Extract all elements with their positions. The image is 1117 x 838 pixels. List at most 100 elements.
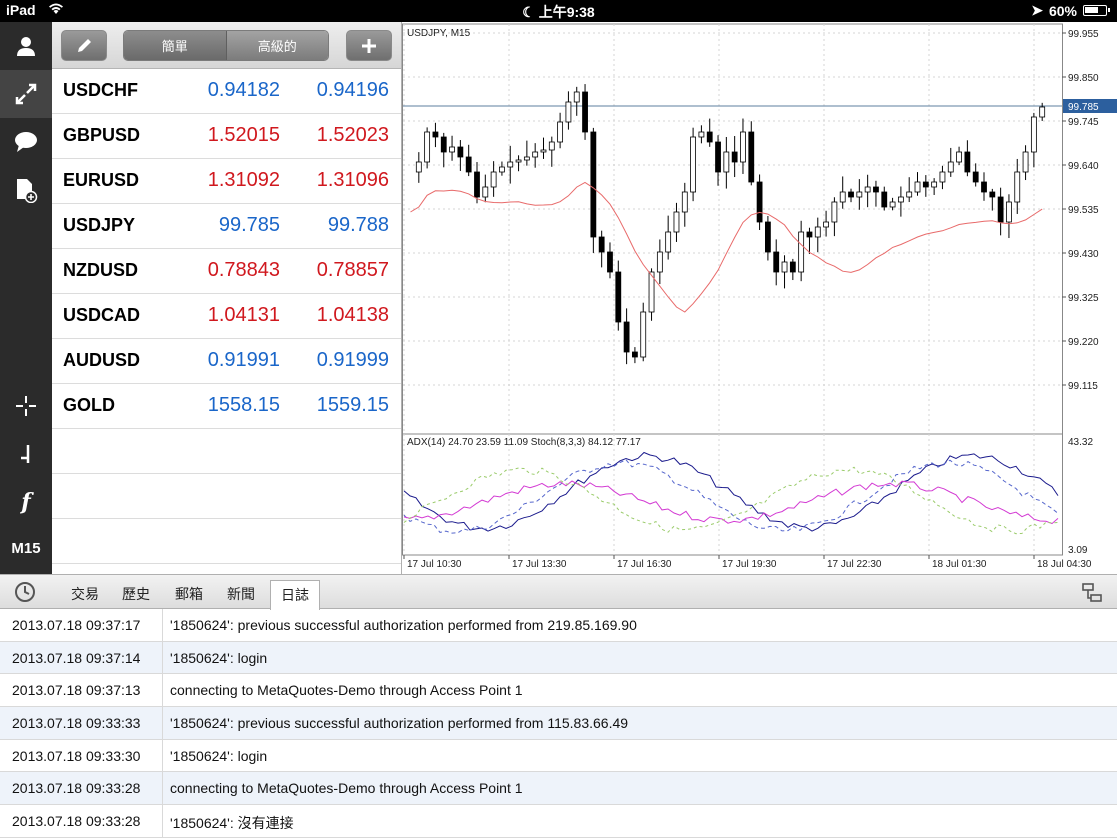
price-tick-label: 99.325	[1068, 293, 1099, 304]
candle-body	[789, 261, 796, 273]
candle-body	[906, 191, 913, 198]
trade-arrows-icon[interactable]	[0, 70, 52, 118]
candle-body	[598, 236, 605, 253]
candle-body	[723, 151, 730, 173]
journal-row[interactable]: 2013.07.18 09:37:13 connecting to MetaQuo…	[0, 674, 1117, 708]
candle-body	[889, 201, 896, 208]
quotes-list: USDCHF 0.94182 0.94196 GBPUSD 1.52015 1.52023…	[52, 69, 401, 564]
quote-bid: 1558.15	[207, 394, 280, 416]
candle-body	[1006, 201, 1012, 223]
status-right: ➤ 60%	[1031, 2, 1110, 19]
clock-icon[interactable]	[14, 581, 36, 608]
tab-trade[interactable]: 交易	[71, 584, 99, 604]
quote-row-gbpusd[interactable]: GBPUSD 1.52015 1.52023	[52, 114, 401, 159]
quote-row-nzdusd[interactable]: NZDUSD 0.78843 0.78857	[52, 249, 401, 294]
quote-row-eurusd[interactable]: EURUSD 1.31092 1.31096	[52, 159, 401, 204]
candle-body	[997, 196, 1004, 223]
candle-body	[548, 141, 555, 151]
candle-body	[956, 151, 962, 163]
candle-body	[432, 131, 439, 138]
candle-body	[415, 161, 422, 173]
candle-body	[756, 181, 763, 223]
quote-ask: 99.788	[327, 214, 389, 236]
candle-body	[440, 136, 447, 153]
candle-body	[615, 271, 622, 323]
tab-news[interactable]: 新聞	[227, 584, 255, 604]
location-icon: ➤	[1031, 2, 1043, 18]
quote-row-usdjpy[interactable]: USDJPY 99.785 99.788	[52, 204, 401, 249]
candle-body	[490, 171, 497, 188]
advanced-mode-tab[interactable]: 高級的	[226, 31, 328, 60]
candle-body	[931, 181, 938, 188]
new-document-icon[interactable]	[0, 166, 52, 214]
candle-body	[515, 159, 522, 163]
candle-body	[947, 161, 954, 173]
journal-row[interactable]: 2013.07.18 09:33:30 '1850624': login	[0, 739, 1117, 773]
journal-message: '1850624': login	[170, 747, 268, 764]
quote-row-gold[interactable]: GOLD 1558.15 1559.15	[52, 384, 401, 429]
journal-row[interactable]: 2013.07.18 09:37:14 '1850624': login	[0, 641, 1117, 675]
quote-symbol: GOLD	[63, 395, 115, 415]
quote-ask: 1.52023	[316, 124, 389, 146]
quote-ask: 0.91999	[316, 349, 389, 371]
add-symbol-button[interactable]	[346, 30, 392, 61]
indicators-icon[interactable]: f	[0, 478, 52, 526]
journal-list: 2013.07.18 09:37:17 '1850624': previous s…	[0, 609, 1117, 838]
candle-body	[1014, 171, 1021, 203]
price-tick-label: 99.850	[1068, 73, 1099, 84]
quote-row-audusd[interactable]: AUDUSD 0.91991 0.91999	[52, 339, 401, 384]
candle-body	[499, 166, 505, 173]
quote-symbol: GBPUSD	[63, 125, 141, 145]
candle-body	[881, 191, 888, 208]
candle-body	[523, 156, 530, 161]
tab-history[interactable]: 歷史	[122, 584, 150, 604]
journal-row[interactable]: 2013.07.18 09:33:33 '1850624': previous s…	[0, 707, 1117, 740]
quote-symbol: NZDUSD	[63, 260, 138, 280]
timeframe-button[interactable]: M15	[0, 540, 52, 557]
quote-bid: 1.04131	[207, 304, 280, 326]
left-toolbar: f M15	[0, 22, 52, 574]
candle-body	[673, 211, 680, 233]
view-mode-segment: 簡單 高級的	[123, 30, 329, 61]
indicator-tick-label: 3.09	[1068, 545, 1088, 556]
candle-body	[939, 171, 946, 183]
journal-row[interactable]: 2013.07.18 09:37:17 '1850624': previous s…	[0, 609, 1117, 642]
journal-time: 2013.07.18 09:33:30	[12, 747, 141, 764]
time-tick-label: 18 Jul 01:30	[932, 559, 987, 570]
quote-row-usdchf[interactable]: USDCHF 0.94182 0.94196	[52, 69, 401, 114]
journal-time: 2013.07.18 09:37:17	[12, 617, 141, 633]
candle-body	[823, 221, 829, 228]
empty-row	[52, 429, 401, 474]
chart-type-icon[interactable]	[0, 430, 52, 478]
journal-row[interactable]: 2013.07.18 09:33:28 connecting to MetaQuo…	[0, 772, 1117, 806]
edit-button[interactable]	[61, 30, 107, 61]
candle-body	[474, 171, 480, 198]
journal-time: 2013.07.18 09:33:28	[12, 813, 141, 830]
candle-body	[740, 131, 746, 163]
candle-body	[765, 221, 771, 253]
price-tick-label: 99.955	[1068, 29, 1099, 40]
quote-ask: 1559.15	[316, 394, 389, 416]
layout-toggle-icon[interactable]	[1081, 582, 1103, 609]
chart-area[interactable]: 99.955 99.850 99.745 99.640 99.535 99.430 99.3…	[402, 22, 1117, 574]
quote-bid: 0.91991	[207, 349, 280, 371]
simple-mode-tab[interactable]: 簡單	[124, 31, 227, 60]
quote-row-usdcad[interactable]: USDCAD 1.04131 1.04138	[52, 294, 401, 339]
moon-icon: ☾	[522, 4, 539, 20]
tab-mailbox[interactable]: 郵箱	[175, 584, 203, 604]
journal-message: '1850624': 沒有連接	[170, 815, 294, 832]
candle-body	[1039, 106, 1046, 118]
crosshair-icon[interactable]	[0, 382, 52, 430]
clock: ☾ 上午9:38	[522, 4, 595, 20]
price-chart[interactable]: 99.955 99.850 99.745 99.640 99.535 99.430 99.3…	[402, 22, 1117, 574]
candle-body	[482, 186, 489, 198]
tab-journal[interactable]: 日誌	[270, 580, 320, 610]
candle-body	[656, 251, 663, 273]
account-icon[interactable]	[0, 22, 52, 70]
journal-row[interactable]: 2013.07.18 09:33:28 '1850624': 沒有連接	[0, 805, 1117, 838]
chat-icon[interactable]	[0, 118, 52, 166]
quote-symbol: USDCAD	[63, 305, 141, 325]
candle-body	[897, 196, 904, 203]
plus-icon	[362, 38, 376, 53]
quotes-panel: 簡單 高級的 USDCHF 0.94182 0.94196 GBPUSD 1.52015…	[52, 22, 402, 574]
